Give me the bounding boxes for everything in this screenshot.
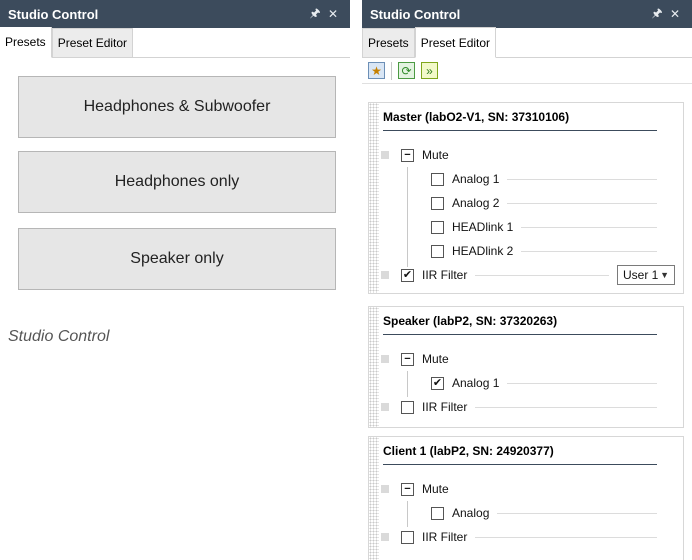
close-icon[interactable]: ✕	[666, 7, 684, 21]
iir-filter-select[interactable]: User 1 ▼	[617, 265, 675, 285]
list-item: ✔ Analog 1	[369, 371, 683, 395]
iir-filter-label: IIR Filter	[422, 268, 468, 282]
mute-row: − Mute	[369, 143, 683, 167]
drag-handle[interactable]	[381, 271, 389, 279]
device-group-client1: Client 1 (labP2, SN: 24920377) − Mute An…	[368, 436, 684, 560]
pin-icon[interactable]: 🖈	[648, 4, 666, 25]
divider	[521, 226, 657, 228]
list-item: HEADlink 1	[369, 215, 683, 239]
iir-filter-checkbox[interactable]	[401, 530, 414, 544]
apply-icon[interactable]: »	[421, 62, 438, 79]
analog1-checkbox[interactable]: ✔	[431, 376, 444, 390]
item-label: Analog 1	[452, 376, 500, 390]
tab-preset-editor[interactable]: Preset Editor	[414, 27, 497, 58]
panel-title: Studio Control	[370, 6, 461, 22]
right-studio-control-panel: Studio Control 🖈 ✕ Presets Preset Editor…	[362, 0, 692, 560]
divider	[507, 178, 657, 180]
list-item: Analog 2	[369, 191, 683, 215]
close-icon[interactable]: ✕	[324, 7, 342, 21]
tab-presets[interactable]: Presets	[362, 28, 415, 57]
left-tab-bar: Presets Preset Editor	[0, 27, 350, 58]
drag-handle[interactable]	[381, 485, 389, 493]
mute-collapse-toggle[interactable]: −	[401, 148, 414, 162]
iir-filter-row: IIR Filter	[369, 525, 683, 549]
pin-icon[interactable]: 🖈	[306, 4, 324, 25]
drag-handle[interactable]	[381, 403, 389, 411]
divider	[507, 202, 657, 204]
drag-handle[interactable]	[381, 533, 389, 541]
mute-collapse-toggle[interactable]: −	[401, 352, 414, 366]
device-header: Client 1 (labP2, SN: 24920377)	[383, 437, 657, 465]
device-header: Master (labO2-V1, SN: 37310106)	[383, 103, 657, 131]
chevron-down-icon: ▼	[660, 270, 669, 280]
iir-filter-checkbox[interactable]	[401, 400, 414, 414]
new-preset-icon[interactable]: ★	[368, 62, 385, 79]
drag-handle[interactable]	[381, 151, 389, 159]
iir-filter-row: ✔ IIR Filter User 1 ▼	[369, 263, 683, 287]
left-title-bar: Studio Control 🖈 ✕	[0, 0, 350, 28]
editor-toolbar: ★ ⟳ »	[362, 58, 692, 84]
iir-filter-label: IIR Filter	[422, 400, 468, 414]
panel-title: Studio Control	[8, 6, 99, 22]
preset-headphones-subwoofer-button[interactable]: Headphones & Subwoofer	[18, 76, 336, 138]
right-tab-bar: Presets Preset Editor	[362, 27, 692, 58]
toolbar-divider	[391, 61, 392, 80]
divider	[475, 536, 657, 538]
tab-preset-editor[interactable]: Preset Editor	[51, 28, 134, 57]
preset-headphones-only-button[interactable]: Headphones only	[18, 151, 336, 213]
divider	[475, 274, 609, 276]
list-item: HEADlink 2	[369, 239, 683, 263]
figure-caption: Studio Control	[8, 328, 110, 345]
headlink1-checkbox[interactable]	[431, 220, 444, 234]
analog2-checkbox[interactable]	[431, 196, 444, 210]
iir-filter-row: IIR Filter	[369, 395, 683, 419]
select-value: User 1	[623, 268, 659, 282]
drag-handle[interactable]	[381, 355, 389, 363]
iir-filter-checkbox[interactable]: ✔	[401, 268, 414, 282]
divider	[507, 382, 657, 384]
analog-checkbox[interactable]	[431, 506, 444, 520]
mute-collapse-toggle[interactable]: −	[401, 482, 414, 496]
device-header: Speaker (labP2, SN: 37320263)	[383, 307, 657, 335]
mute-row: − Mute	[369, 477, 683, 501]
divider	[475, 406, 657, 408]
left-studio-control-panel: Studio Control 🖈 ✕ Presets Preset Editor…	[0, 0, 350, 296]
iir-filter-label: IIR Filter	[422, 530, 468, 544]
list-item: Analog 1	[369, 167, 683, 191]
device-group-speaker: Speaker (labP2, SN: 37320263) − Mute ✔ A…	[368, 306, 684, 428]
divider	[497, 512, 657, 514]
preset-speaker-only-button[interactable]: Speaker only	[18, 228, 336, 290]
device-group-master: Master (labO2-V1, SN: 37310106) − Mute A…	[368, 102, 684, 294]
refresh-icon[interactable]: ⟳	[398, 62, 415, 79]
item-label: HEADlink 2	[452, 244, 514, 258]
right-title-bar: Studio Control 🖈 ✕	[362, 0, 692, 28]
headlink2-checkbox[interactable]	[431, 244, 444, 258]
item-label: Analog 2	[452, 196, 500, 210]
tab-presets[interactable]: Presets	[0, 27, 52, 58]
item-label: Analog	[452, 506, 490, 520]
mute-row: − Mute	[369, 347, 683, 371]
item-label: HEADlink 1	[452, 220, 514, 234]
list-item: Analog	[369, 501, 683, 525]
mute-label: Mute	[422, 482, 449, 496]
mute-label: Mute	[422, 148, 449, 162]
divider	[521, 250, 657, 252]
analog1-checkbox[interactable]	[431, 172, 444, 186]
mute-label: Mute	[422, 352, 449, 366]
item-label: Analog 1	[452, 172, 500, 186]
